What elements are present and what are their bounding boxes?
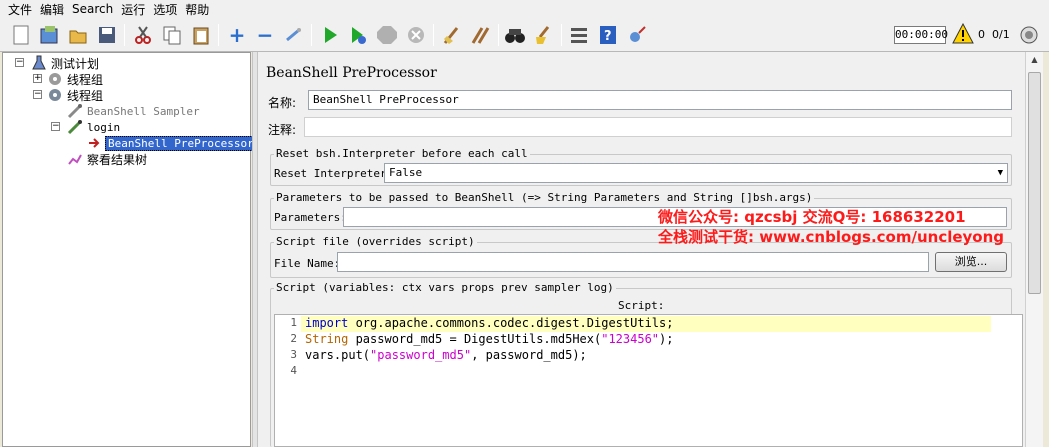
thread-status-icon bbox=[1018, 24, 1040, 46]
thread-count: 0/1 bbox=[992, 28, 1010, 41]
gear-icon bbox=[49, 73, 61, 85]
script-caption: Script: bbox=[618, 299, 665, 312]
code-token: password_md5 = DigestUtils.md5Hex( bbox=[348, 332, 602, 346]
preprocessor-panel: BeanShell PreProcessor 名称: BeanShell Pre… bbox=[258, 52, 1025, 447]
parameters-group-title: Parameters to be passed to BeanShell (=>… bbox=[274, 191, 815, 204]
reset-interpreter-group: Reset bsh.Interpreter before each call R… bbox=[270, 147, 1012, 186]
pipette-icon bbox=[67, 120, 82, 135]
code-token: ); bbox=[659, 332, 674, 346]
reset-search-icon[interactable] bbox=[533, 24, 555, 46]
open-icon[interactable] bbox=[67, 24, 89, 46]
start-no-pause-icon[interactable] bbox=[347, 24, 369, 46]
menu-run[interactable]: 运行 bbox=[121, 1, 145, 18]
paste-icon[interactable] bbox=[190, 24, 212, 46]
tree-expand-toggle[interactable]: + bbox=[33, 74, 42, 83]
tree-node-test-plan[interactable]: 测试计划 bbox=[31, 55, 99, 71]
line-number: 4 bbox=[290, 364, 297, 377]
menu-search[interactable]: Search bbox=[72, 2, 113, 16]
templates-icon[interactable] bbox=[38, 24, 60, 46]
panel-title: BeanShell PreProcessor bbox=[266, 65, 437, 81]
line-number: 2 bbox=[290, 332, 297, 345]
toolbar: + − ? 00:00:00 0 0/1 bbox=[0, 18, 1049, 52]
code-line: import org.apache.commons.codec.digest.D… bbox=[305, 316, 673, 330]
preprocessor-icon bbox=[89, 138, 100, 148]
expand-icon[interactable]: + bbox=[226, 23, 248, 47]
code-token: "123456" bbox=[601, 332, 660, 346]
copy-icon[interactable] bbox=[161, 24, 183, 46]
reset-interpreter-select[interactable]: False ▼ bbox=[384, 163, 1008, 183]
tree-collapse-toggle[interactable]: − bbox=[15, 58, 24, 67]
tree-node-beanshell-sampler[interactable]: BeanShell Sampler bbox=[67, 103, 200, 119]
tree-node-thread-group-2[interactable]: 线程组 bbox=[47, 87, 103, 103]
menu-bar: 文件 编辑 Search 运行 选项 帮助 bbox=[0, 0, 1049, 18]
watermark-line-2: 全栈测试干货: www.cnblogs.com/uncleyong bbox=[658, 228, 1005, 246]
remote-icon[interactable] bbox=[626, 24, 648, 46]
vertical-scrollbar[interactable]: ▲ bbox=[1025, 52, 1043, 447]
parameters-label: Parameters: bbox=[274, 211, 347, 224]
comment-field[interactable] bbox=[304, 117, 1012, 137]
collapse-icon[interactable]: − bbox=[254, 23, 276, 47]
test-plan-tree: − 测试计划 + 线程组 − 线程组 BeanShell Sampler − l… bbox=[2, 52, 257, 447]
code-token: import bbox=[305, 316, 349, 330]
tree-collapse-toggle[interactable]: − bbox=[33, 90, 42, 99]
code-token: org.apache.commons.codec.digest.DigestUt… bbox=[348, 316, 674, 330]
code-token: vars.put( bbox=[305, 348, 371, 362]
reset-interpreter-label: Reset Interpreter: bbox=[274, 167, 394, 180]
comment-label: 注释: bbox=[268, 123, 297, 137]
stop-icon[interactable] bbox=[376, 24, 398, 46]
tree-node-view-results-tree[interactable]: 察看结果树 bbox=[67, 151, 147, 167]
file-name-label: File Name: bbox=[274, 257, 341, 270]
warning-icon[interactable] bbox=[952, 23, 974, 45]
name-field[interactable]: BeanShell PreProcessor bbox=[308, 90, 1012, 110]
code-token: String bbox=[305, 332, 349, 346]
file-name-field[interactable] bbox=[337, 252, 929, 272]
menu-file[interactable]: 文件 bbox=[8, 1, 32, 18]
flask-icon bbox=[32, 55, 46, 70]
tree-node-login[interactable]: login bbox=[67, 119, 120, 135]
script-group-title: Script (variables: ctx vars props prev s… bbox=[274, 281, 616, 294]
browse-button[interactable]: 浏览... bbox=[935, 252, 1007, 272]
search-icon[interactable] bbox=[504, 24, 526, 46]
reset-group-title: Reset bsh.Interpreter before each call bbox=[274, 147, 530, 160]
menu-help[interactable]: 帮助 bbox=[185, 1, 209, 18]
pipette-icon bbox=[67, 104, 82, 119]
scroll-up-icon[interactable]: ▲ bbox=[1026, 52, 1043, 68]
tree-node-thread-group-1[interactable]: 线程组 bbox=[47, 71, 103, 87]
name-label: 名称: bbox=[268, 96, 297, 110]
elapsed-timer: 00:00:00 bbox=[894, 26, 948, 44]
warning-count: 0 bbox=[978, 28, 985, 41]
shutdown-icon[interactable] bbox=[405, 24, 427, 46]
toggle-icon[interactable] bbox=[283, 24, 305, 46]
clear-icon[interactable] bbox=[441, 24, 463, 46]
svg-text:?: ? bbox=[604, 29, 612, 44]
function-helper-icon[interactable] bbox=[568, 24, 590, 46]
line-number: 1 bbox=[290, 316, 297, 329]
clear-all-icon[interactable] bbox=[470, 24, 492, 46]
scroll-thumb[interactable] bbox=[1028, 72, 1041, 294]
results-tree-icon bbox=[68, 154, 82, 165]
code-line: vars.put("password_md5", password_md5); bbox=[305, 348, 587, 362]
menu-edit[interactable]: 编辑 bbox=[40, 1, 64, 18]
code-token: "password_md5" bbox=[370, 348, 472, 362]
gear-icon bbox=[49, 89, 61, 101]
code-line: String password_md5 = DigestUtils.md5Hex… bbox=[305, 332, 673, 346]
code-token: , password_md5); bbox=[471, 348, 587, 362]
save-icon[interactable] bbox=[96, 24, 118, 46]
chevron-down-icon: ▼ bbox=[997, 168, 1003, 178]
watermark-line-1: 微信公众号: qzcsbj 交流Q号: 168632201 bbox=[658, 208, 966, 226]
new-icon[interactable] bbox=[10, 24, 32, 46]
script-file-group: Script file (overrides script) File Name… bbox=[270, 235, 1012, 278]
script-editor[interactable]: 1 import org.apache.commons.codec.digest.… bbox=[274, 314, 1023, 447]
cut-icon[interactable] bbox=[132, 24, 154, 46]
line-number: 3 bbox=[290, 348, 297, 361]
menu-options[interactable]: 选项 bbox=[153, 1, 177, 18]
script-file-group-title: Script file (overrides script) bbox=[274, 235, 477, 248]
start-icon[interactable] bbox=[319, 24, 341, 46]
tree-node-beanshell-preprocessor[interactable]: BeanShell PreProcessor bbox=[87, 135, 257, 151]
help-icon[interactable]: ? bbox=[597, 24, 619, 46]
tree-collapse-toggle[interactable]: − bbox=[51, 122, 60, 131]
